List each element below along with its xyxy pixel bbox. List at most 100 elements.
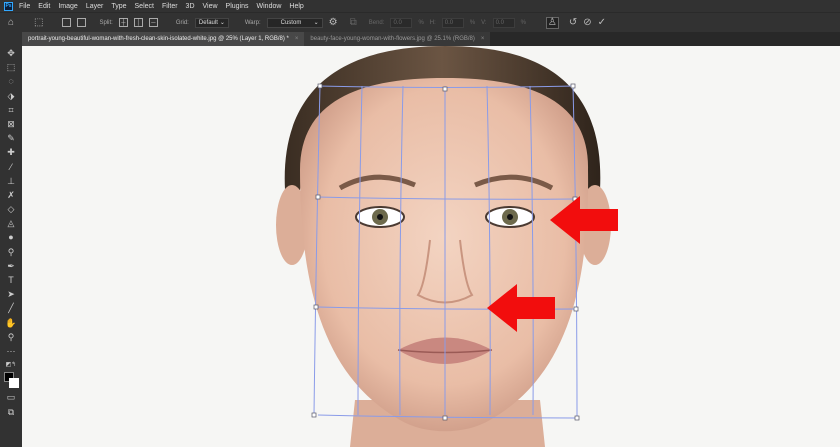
menu-window[interactable]: Window: [257, 3, 282, 10]
zoom-tool-icon[interactable]: ⚲: [0, 330, 22, 344]
h-label: H:: [429, 19, 436, 26]
menu-view[interactable]: View: [203, 3, 218, 10]
tools-panel: ✥ ⬚ ◌ ⬗ ⌗ ⊠ ✎ ✚ ⁄ ⊥ ✗ ◇ ◬ ● ⚲ ✒ T ➤ ╱ ✋ …: [0, 32, 22, 447]
swap-colors-icon[interactable]: ◩↰: [0, 358, 22, 372]
orientation-icon[interactable]: ⧉: [350, 17, 357, 28]
screen-mode-icon[interactable]: ⧉: [0, 405, 22, 419]
warp-handle[interactable]: [573, 306, 579, 312]
lasso-tool-icon[interactable]: ◌: [0, 74, 22, 88]
cancel-icon[interactable]: ⊘: [583, 17, 591, 28]
warp-grid-line[interactable]: [486, 85, 491, 416]
warp-handle[interactable]: [311, 412, 317, 418]
line-tool-icon[interactable]: ╱: [0, 301, 22, 315]
grid-value: Default: [198, 19, 218, 26]
split-vertical-icon[interactable]: │: [133, 18, 143, 27]
document-tabs: portrait-young-beautiful-woman-with-fres…: [22, 32, 840, 46]
color-swatches[interactable]: [2, 372, 20, 390]
warp-grid-line[interactable]: [399, 85, 404, 416]
warp-handle[interactable]: [574, 415, 580, 421]
blur-tool-icon[interactable]: ●: [0, 230, 22, 244]
warp-handle[interactable]: [442, 415, 448, 421]
menu-file[interactable]: File: [19, 3, 30, 10]
grid-label: Grid:: [175, 19, 189, 26]
more-tools-icon[interactable]: ···: [0, 344, 22, 358]
menu-plugins[interactable]: Plugins: [226, 3, 249, 10]
warp-label: Warp:: [244, 19, 261, 26]
warp-handle[interactable]: [442, 86, 448, 92]
split-horizontal-icon[interactable]: ─: [148, 18, 158, 27]
clone-stamp-tool-icon[interactable]: ⊥: [0, 174, 22, 188]
red-arrow-icon: [487, 284, 555, 332]
pen-tool-icon[interactable]: ✒: [0, 259, 22, 273]
history-brush-tool-icon[interactable]: ✗: [0, 188, 22, 202]
split-cross-icon[interactable]: ┼: [118, 18, 128, 27]
tab-beauty-face-document[interactable]: beauty-face-young-woman-with-flowers.jpg…: [304, 32, 491, 46]
warp-handle[interactable]: [313, 304, 319, 310]
warp-grid-line[interactable]: [317, 196, 576, 200]
photoshop-logo: Ps: [4, 1, 13, 11]
transform-icon[interactable]: ⬚: [34, 17, 43, 28]
hand-tool-icon[interactable]: ✋: [0, 316, 22, 330]
v-label: V:: [481, 19, 487, 26]
frame-tool-icon[interactable]: ⊠: [0, 117, 22, 131]
options-bar: ⌂ ⬚ Split: ┼ │ ─ Grid: Default ⌄ Warp: Cu…: [0, 12, 840, 32]
warp-handle[interactable]: [570, 83, 576, 89]
menu-layer[interactable]: Layer: [86, 3, 104, 10]
commit-check-icon[interactable]: ✓: [598, 17, 606, 28]
menu-type[interactable]: Type: [111, 3, 126, 10]
object-select-tool-icon[interactable]: ⬗: [0, 89, 22, 103]
warp-grid-line[interactable]: [357, 85, 363, 416]
eyedropper-tool-icon[interactable]: ✎: [0, 131, 22, 145]
paint-bucket-tool-icon[interactable]: ◬: [0, 216, 22, 230]
bend-label: Bend:: [368, 19, 385, 26]
healing-brush-tool-icon[interactable]: ✚: [0, 145, 22, 159]
warp-grid-line[interactable]: [572, 85, 578, 419]
menu-select[interactable]: Select: [135, 3, 154, 10]
gear-icon[interactable]: ⚙: [329, 17, 338, 28]
tab-label: beauty-face-young-woman-with-flowers.jpg…: [310, 36, 475, 42]
quick-mask-icon[interactable]: ▭: [0, 390, 22, 404]
bend-input[interactable]: 0.0: [390, 17, 413, 28]
background-color[interactable]: [9, 378, 19, 389]
menu-bar: Ps File Edit Image Layer Type Select Fil…: [0, 0, 840, 12]
tab-label: portrait-young-beautiful-woman-with-fres…: [28, 36, 289, 42]
dodge-tool-icon[interactable]: ⚲: [0, 245, 22, 259]
close-icon[interactable]: ×: [481, 36, 485, 42]
reference-grid-icon[interactable]: [76, 18, 86, 27]
chevron-down-icon: ⌄: [313, 19, 319, 26]
home-icon[interactable]: ⌂: [8, 17, 14, 28]
puppet-warp-icon[interactable]: ♙: [545, 16, 559, 29]
move-tool-icon[interactable]: ✥: [0, 46, 22, 60]
type-tool-icon[interactable]: T: [0, 273, 22, 287]
menu-image[interactable]: Image: [58, 3, 77, 10]
document-canvas[interactable]: [22, 46, 840, 447]
marquee-tool-icon[interactable]: ⬚: [0, 60, 22, 74]
tab-portrait-document[interactable]: portrait-young-beautiful-woman-with-fres…: [22, 32, 305, 46]
warp-value: Custom: [280, 19, 302, 26]
warp-grid[interactable]: [22, 46, 840, 447]
h-input[interactable]: 0.0: [441, 17, 464, 28]
menu-filter[interactable]: Filter: [162, 3, 178, 10]
menu-edit[interactable]: Edit: [38, 3, 50, 10]
grid-select[interactable]: Default ⌄: [194, 17, 229, 28]
v-input[interactable]: 0.0: [492, 17, 515, 28]
reference-point-icon[interactable]: [61, 18, 71, 27]
chevron-down-icon: ⌄: [219, 19, 225, 26]
undo-icon[interactable]: ↺: [569, 17, 577, 28]
menu-3d[interactable]: 3D: [186, 3, 195, 10]
menu-help[interactable]: Help: [289, 3, 303, 10]
warp-select[interactable]: Custom ⌄: [266, 17, 323, 28]
close-icon[interactable]: ×: [295, 36, 299, 42]
path-select-tool-icon[interactable]: ➤: [0, 287, 22, 301]
red-arrow-icon: [550, 196, 618, 244]
v-percent: %: [520, 19, 526, 26]
eraser-tool-icon[interactable]: ◇: [0, 202, 22, 216]
warp-handle[interactable]: [317, 83, 323, 89]
crop-tool-icon[interactable]: ⌗: [0, 103, 22, 117]
h-percent: %: [469, 19, 476, 26]
brush-tool-icon[interactable]: ⁄: [0, 160, 22, 174]
warp-grid-line[interactable]: [529, 85, 534, 416]
warp-handle[interactable]: [315, 194, 321, 200]
split-label: Split:: [99, 19, 113, 26]
warp-grid-line[interactable]: [313, 85, 321, 416]
